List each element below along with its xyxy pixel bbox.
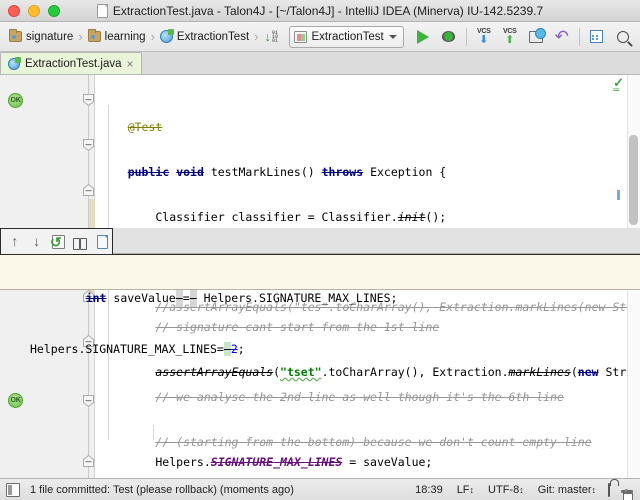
editor-tabs: ExtractionTest.java ×	[0, 52, 640, 75]
breadcrumb-learning[interactable]: learning	[85, 26, 149, 48]
status-bar: 1 file committed: Test (please rollback)…	[0, 478, 640, 500]
folder-icon	[87, 29, 101, 42]
toolbar-divider	[578, 27, 580, 46]
show-diff-button[interactable]	[70, 232, 90, 252]
tab-extraction-test-java[interactable]: ExtractionTest.java ×	[0, 52, 142, 74]
previous-change-button[interactable]: ↑	[5, 232, 25, 252]
vcs-up-icon: VCS ⬆	[502, 27, 517, 46]
next-change-button[interactable]: ↓	[27, 232, 47, 252]
code-line: Helpers.SIGNATURE_MAX_LINES = saveValue;	[100, 455, 433, 469]
breadcrumb-label: learning	[104, 30, 146, 43]
code-line: Classifier classifier = Classifier.init(…	[100, 210, 447, 224]
breadcrumb-signature[interactable]: signature	[6, 26, 76, 48]
status-time: 18:39	[415, 483, 443, 496]
diff-line: Helpers.SIGNATURE_MAX_LINES= 2;	[30, 342, 245, 356]
revert-icon	[50, 234, 65, 251]
play-icon	[416, 29, 429, 44]
grid-icon	[590, 30, 604, 43]
vcs-commit-button[interactable]: VCS ⬆	[497, 25, 523, 49]
database-button[interactable]	[584, 25, 610, 49]
updown-arrows-icon: ↕	[519, 484, 524, 495]
run-configuration-label: ExtractionTest	[311, 30, 384, 43]
window-title: ExtractionTest.java - Talon4J - [~/Talon…	[112, 4, 544, 18]
window-titlebar: ExtractionTest.java - Talon4J - [~/Talon…	[0, 0, 640, 22]
arrow-up-icon: ↑	[11, 233, 19, 249]
breadcrumb-separator: ›	[78, 29, 83, 44]
line-separator-label: LF	[456, 483, 470, 496]
toggle-sidebar-icon[interactable]	[6, 482, 20, 497]
document-icon	[96, 4, 108, 18]
java-class-icon	[8, 56, 21, 70]
zoom-window-button[interactable]	[48, 4, 60, 17]
arrow-down-icon: ↓	[33, 233, 41, 249]
vcs-down-icon: VCS ⬇	[476, 27, 491, 46]
updown-arrows-icon: ↕	[591, 484, 597, 495]
close-window-button[interactable]	[8, 4, 20, 17]
breadcrumb-separator: ›	[150, 29, 155, 44]
status-message[interactable]: 1 file committed: Test (please rollback)…	[30, 484, 294, 496]
line-separator-selector[interactable]: LF↕	[450, 484, 481, 496]
chevron-down-icon[interactable]	[388, 34, 397, 39]
java-class-icon	[159, 29, 174, 43]
encoding-selector[interactable]: UTF-8↕	[481, 484, 531, 496]
close-icon[interactable]: ×	[127, 58, 134, 70]
tab-label: ExtractionTest.java	[25, 57, 122, 70]
minimize-window-button[interactable]	[28, 4, 40, 17]
diff-popup-content[interactable]: int saveValue = Helpers.SIGNATURE_MAX_LI…	[0, 254, 640, 356]
copy-to-clipboard-button[interactable]	[92, 232, 112, 252]
scrollbar-thumb[interactable]	[629, 135, 638, 225]
copy-icon	[96, 234, 108, 249]
lock-status-button[interactable]	[603, 482, 615, 497]
search-icon	[616, 30, 629, 43]
search-everywhere-button[interactable]	[610, 25, 636, 49]
revert-change-button[interactable]	[49, 232, 69, 252]
encoding-label: UTF-8	[488, 483, 520, 496]
code-line: public void testMarkLines() throws Excep…	[127, 165, 447, 179]
window-controls	[0, 4, 60, 17]
code-line: @Test	[127, 120, 163, 134]
folder-icon	[9, 29, 22, 42]
history-icon	[528, 27, 546, 43]
breadcrumb-extraction-test[interactable]: ExtractionTest	[157, 26, 252, 48]
diff-popup-backdrop	[113, 228, 640, 254]
debug-button[interactable]	[436, 25, 462, 49]
git-branch-selector[interactable]: Git: master↕	[531, 484, 603, 496]
diff-line: int saveValue = Helpers.SIGNATURE_MAX_LI…	[85, 290, 398, 307]
vcs-rollback-button[interactable]: ↶	[549, 25, 575, 49]
diff-popup-toolbar[interactable]: ↑ ↓	[0, 228, 113, 254]
vcs-history-button[interactable]	[523, 25, 549, 49]
binoculars-icon	[73, 236, 88, 250]
bug-icon	[442, 31, 456, 42]
toolbar-divider	[465, 27, 467, 46]
navigation-toolbar: signature › learning › ExtractionTest › …	[0, 22, 640, 52]
revert-icon: ↶	[554, 26, 569, 46]
breadcrumb-separator: ›	[254, 29, 259, 44]
sort-descending-icon[interactable]: ↓ 01 10 01	[261, 25, 285, 49]
updown-arrows-icon: ↕	[469, 484, 475, 495]
intellij-window: ExtractionTest.java - Talon4J - [~/Talon…	[0, 0, 640, 500]
inspection-status-icon[interactable]: ✓ ≈≈	[613, 76, 624, 96]
indent-guide	[153, 425, 154, 440]
lock-icon	[608, 482, 610, 497]
breadcrumb-label: ExtractionTest	[176, 30, 250, 43]
run-configuration-icon	[293, 30, 307, 43]
run-configuration-selector[interactable]: ExtractionTest	[288, 25, 404, 48]
caret-position-marker	[617, 190, 620, 200]
run-button[interactable]	[410, 25, 436, 49]
vcs-update-button[interactable]: VCS ⬇	[471, 25, 497, 49]
breadcrumb-label: signature	[26, 30, 74, 43]
git-branch-label: Git: master	[537, 483, 592, 496]
